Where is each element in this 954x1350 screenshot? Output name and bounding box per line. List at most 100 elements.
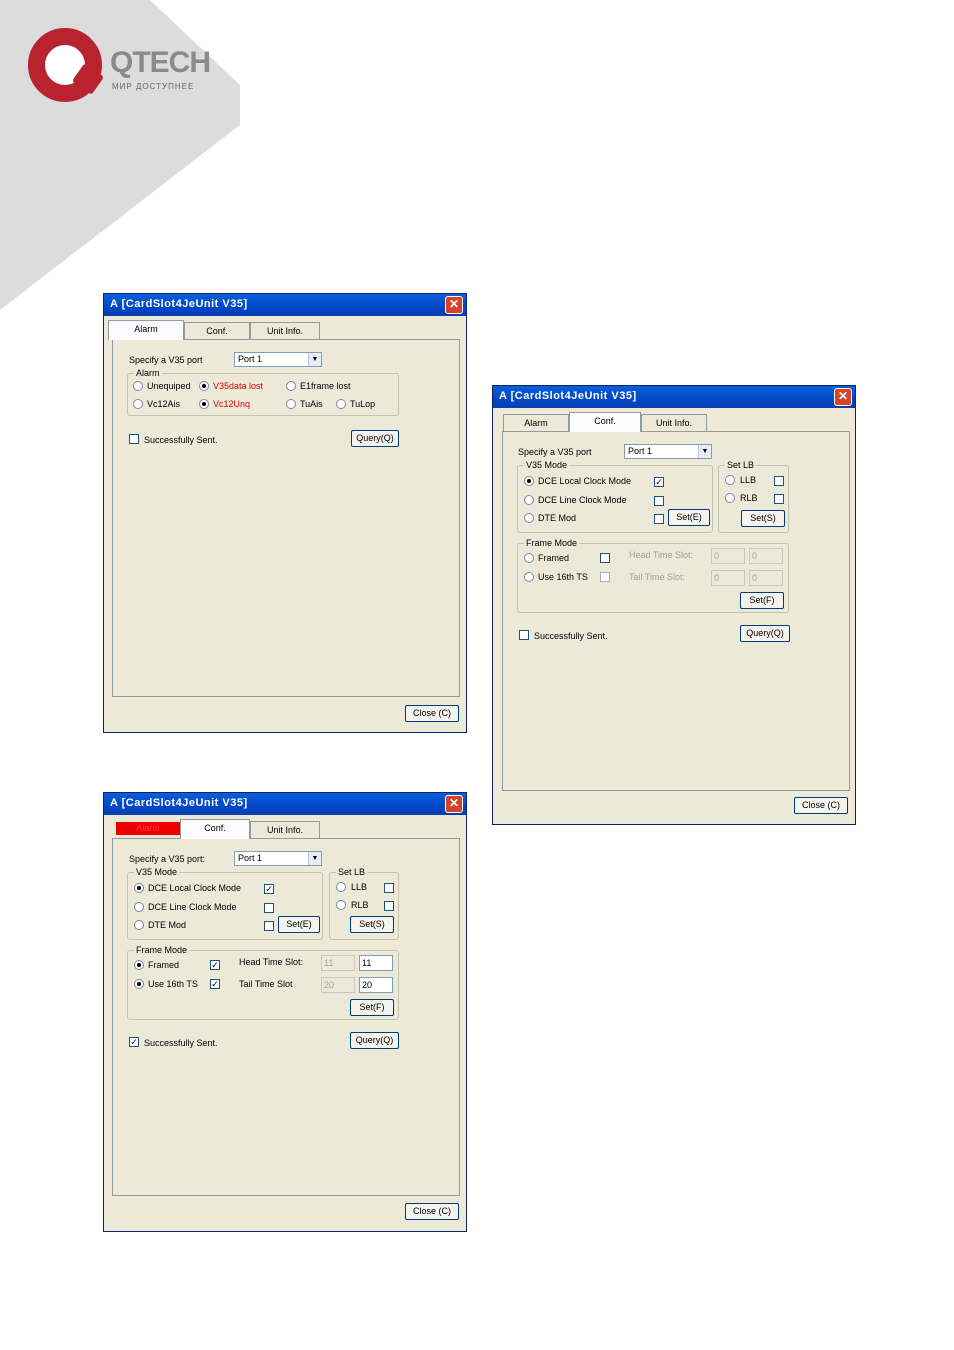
check-framed[interactable]: ✓: [210, 960, 220, 970]
specify-port-label: Specify a V35 port: [129, 355, 203, 365]
radio-tuais[interactable]: [286, 399, 296, 409]
close-button[interactable]: Close (C): [405, 1203, 459, 1220]
chevron-down-icon[interactable]: ▼: [308, 852, 321, 865]
successfully-sent-checkbox[interactable]: ✓: [129, 1037, 139, 1047]
check-rlb[interactable]: [384, 901, 394, 911]
check-dce-local[interactable]: ✓: [264, 884, 274, 894]
dialog-conf-filled: A [CardSlot4JeUnit V35] ✕ Alarm Conf. Un…: [103, 792, 467, 1232]
set-s-button[interactable]: Set(S): [741, 510, 785, 527]
radio-rlb[interactable]: [336, 900, 346, 910]
set-f-button[interactable]: Set(F): [740, 592, 784, 609]
tab-alarm[interactable]: Alarm: [503, 414, 569, 432]
tab-unit-info[interactable]: Unit Info.: [250, 821, 320, 839]
window-title: A [CardSlot4JeUnit V35]: [499, 390, 637, 402]
set-e-button[interactable]: Set(E): [668, 509, 710, 526]
head-slot-field-b[interactable]: 0: [749, 548, 783, 564]
tab-alarm[interactable]: Alarm: [108, 320, 184, 340]
title-bar[interactable]: A [CardSlot4JeUnit V35] ✕: [493, 386, 855, 408]
tab-conf[interactable]: Conf.: [184, 322, 250, 340]
check-use16[interactable]: [600, 572, 610, 582]
head-slot-field-a: 0: [711, 548, 745, 564]
radio-use16[interactable]: [524, 572, 534, 582]
radio-unequiped[interactable]: [133, 381, 143, 391]
radio-dce-line[interactable]: [134, 902, 144, 912]
port-select[interactable]: Port 1 ▼: [624, 444, 712, 459]
set-lb-group: Set LB LLB RLB Set(S): [329, 867, 399, 940]
check-dce-line[interactable]: [654, 496, 664, 506]
tab-panel: Specify a V35 port: Port 1 ▼ V35 Mode DC…: [112, 838, 460, 1196]
alarm-group: Alarm Unequiped V35data lost E1frame los…: [127, 368, 399, 416]
successfully-sent-label: Successfully Sent.: [144, 1038, 218, 1048]
close-icon[interactable]: ✕: [834, 388, 852, 406]
check-use16[interactable]: ✓: [210, 979, 220, 989]
radio-v35data-lost[interactable]: [199, 381, 209, 391]
check-rlb[interactable]: [774, 494, 784, 504]
check-llb[interactable]: [384, 883, 394, 893]
port-select[interactable]: Port 1 ▼: [234, 851, 322, 866]
check-framed[interactable]: [600, 553, 610, 563]
radio-framed[interactable]: [134, 960, 144, 970]
radio-llb[interactable]: [336, 882, 346, 892]
chevron-down-icon[interactable]: ▼: [698, 445, 711, 458]
close-button[interactable]: Close (C): [794, 797, 848, 814]
dialog-alarm: A [CardSlot4JeUnit V35] ✕ Alarm Conf. Un…: [103, 293, 467, 733]
radio-dce-line[interactable]: [524, 495, 534, 505]
radio-dce-local[interactable]: [524, 476, 534, 486]
alarm-group-title: Alarm: [134, 368, 162, 378]
head-slot-field-b[interactable]: 11: [359, 955, 393, 971]
head-slot-field-a: 11: [321, 955, 355, 971]
chevron-down-icon[interactable]: ▼: [308, 353, 321, 366]
set-e-button[interactable]: Set(E): [278, 916, 320, 933]
set-s-button[interactable]: Set(S): [350, 916, 394, 933]
frame-mode-group: Frame Mode Framed ✓ Head Time Slot: 11 1…: [127, 945, 399, 1020]
radio-tulop[interactable]: [336, 399, 346, 409]
close-button[interactable]: Close (C): [405, 705, 459, 722]
successfully-sent-checkbox[interactable]: [129, 434, 139, 444]
title-bar[interactable]: A [CardSlot4JeUnit V35] ✕: [104, 793, 466, 815]
radio-dce-local[interactable]: [134, 883, 144, 893]
set-lb-group: Set LB LLB RLB Set(S): [718, 460, 789, 533]
logo-brand: QTECH: [110, 46, 211, 79]
radio-rlb[interactable]: [725, 493, 735, 503]
radio-use16[interactable]: [134, 979, 144, 989]
check-dte-mode[interactable]: [264, 921, 274, 931]
frame-mode-group: Frame Mode Framed Head Time Slot: 0 0 Us…: [517, 538, 789, 613]
logo-tagline: МИР ДОСТУПНЕЕ: [112, 82, 195, 91]
tab-panel: Specify a V35 port Port 1 ▼ Alarm Unequi…: [112, 339, 460, 697]
tail-slot-field-a: 20: [321, 977, 355, 993]
successfully-sent-label: Successfully Sent.: [144, 435, 218, 445]
check-dce-line[interactable]: [264, 903, 274, 913]
set-f-button[interactable]: Set(F): [350, 999, 394, 1016]
tab-conf[interactable]: Conf.: [180, 819, 250, 839]
tab-alarm[interactable]: Alarm: [116, 822, 180, 835]
radio-framed[interactable]: [524, 553, 534, 563]
check-dte-mode[interactable]: [654, 514, 664, 524]
window-title: A [CardSlot4JeUnit V35]: [110, 298, 248, 310]
check-dce-local[interactable]: ✓: [654, 477, 664, 487]
port-select[interactable]: Port 1 ▼: [234, 352, 322, 367]
close-icon[interactable]: ✕: [445, 296, 463, 314]
tail-slot-field-b[interactable]: 0: [749, 570, 783, 586]
check-llb[interactable]: [774, 476, 784, 486]
tail-slot-field-b[interactable]: 20: [359, 977, 393, 993]
close-icon[interactable]: ✕: [445, 795, 463, 813]
radio-e1frame-lost[interactable]: [286, 381, 296, 391]
query-button[interactable]: Query(Q): [351, 430, 399, 447]
radio-llb[interactable]: [725, 475, 735, 485]
v35-mode-group: V35 Mode DCE Local Clock Mode ✓ DCE Line…: [127, 867, 323, 940]
tab-unit-info[interactable]: Unit Info.: [250, 322, 320, 340]
query-button[interactable]: Query(Q): [350, 1032, 399, 1049]
radio-vc12unq[interactable]: [199, 399, 209, 409]
query-button[interactable]: Query(Q): [740, 625, 790, 642]
tab-conf[interactable]: Conf.: [569, 412, 641, 432]
radio-dte-mode[interactable]: [134, 920, 144, 930]
radio-vc12ais[interactable]: [133, 399, 143, 409]
successfully-sent-label: Successfully Sent.: [534, 631, 608, 641]
successfully-sent-checkbox[interactable]: [519, 630, 529, 640]
tail-slot-field-a: 0: [711, 570, 745, 586]
dialog-conf-default: A [CardSlot4JeUnit V35] ✕ Alarm Conf. Un…: [492, 385, 856, 825]
title-bar[interactable]: A [CardSlot4JeUnit V35] ✕: [104, 294, 466, 316]
specify-port-label: Specify a V35 port:: [129, 854, 206, 864]
tab-unit-info[interactable]: Unit Info.: [641, 414, 707, 432]
radio-dte-mode[interactable]: [524, 513, 534, 523]
